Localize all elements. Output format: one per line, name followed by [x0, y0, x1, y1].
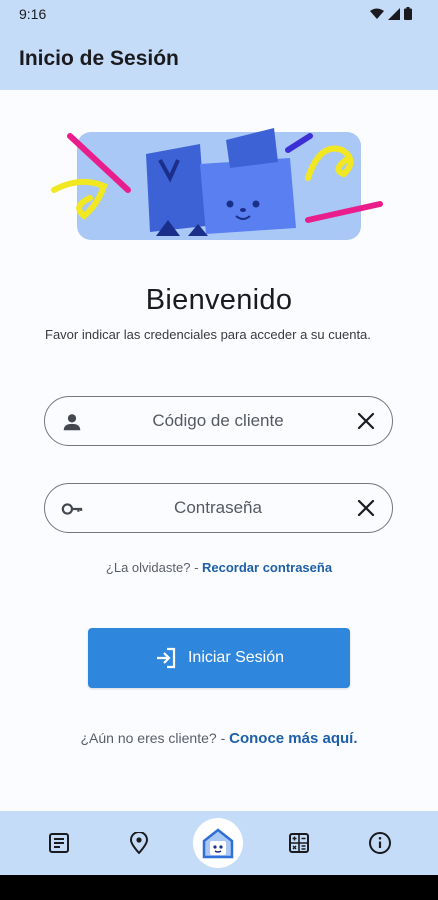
person-icon: [63, 414, 81, 431]
status-bar: 9:16: [0, 0, 438, 30]
login-icon: [156, 647, 176, 669]
signal-icon: [388, 7, 400, 20]
nav-document[interactable]: [44, 828, 74, 858]
nav-calculator[interactable]: [284, 828, 314, 858]
welcome-heading: Bienvenido: [145, 284, 293, 316]
signup-text: ¿Aún no eres cliente? -: [80, 730, 230, 746]
key-icon: [61, 503, 83, 515]
welcome-subtitle: Favor indicar las credenciales para acce…: [45, 327, 371, 342]
password-field[interactable]: [44, 483, 393, 533]
info-icon: [369, 832, 391, 854]
client-code-field[interactable]: [44, 396, 393, 446]
forgot-text: ¿La olvidaste? -: [105, 560, 203, 575]
nav-location[interactable]: [124, 828, 154, 858]
remember-password-link[interactable]: Recordar contraseña: [202, 560, 332, 575]
nav-info[interactable]: [365, 828, 395, 858]
location-pin-icon: [129, 832, 149, 854]
page-title: Inicio de Sesión: [19, 47, 179, 70]
wifi-icon: [370, 8, 384, 19]
status-icons: [370, 7, 412, 20]
system-navigation-bar: [0, 875, 438, 900]
login-button[interactable]: Iniciar Sesión: [88, 628, 350, 688]
clear-icon[interactable]: [356, 498, 376, 518]
learn-more-link[interactable]: Conoce más aquí.: [229, 730, 357, 747]
login-button-label: Iniciar Sesión: [187, 649, 285, 666]
battery-icon: [404, 7, 412, 20]
bottom-nav: [0, 811, 438, 875]
clear-icon[interactable]: [356, 411, 376, 431]
signup-row: ¿Aún no eres cliente? - Conoce más aquí.: [0, 730, 438, 747]
document-icon: [49, 833, 69, 853]
home-mascot-icon: [202, 828, 234, 859]
calculator-icon: [289, 833, 309, 853]
client-code-input[interactable]: [93, 397, 343, 445]
nav-home[interactable]: [193, 818, 243, 868]
status-time: 9:16: [19, 6, 47, 22]
forgot-password-row: ¿La olvidaste? - Recordar contraseña: [0, 560, 438, 575]
password-input[interactable]: [93, 484, 343, 532]
app-bar: Inicio de Sesión: [0, 30, 438, 90]
mascot-illustration: [51, 128, 383, 240]
